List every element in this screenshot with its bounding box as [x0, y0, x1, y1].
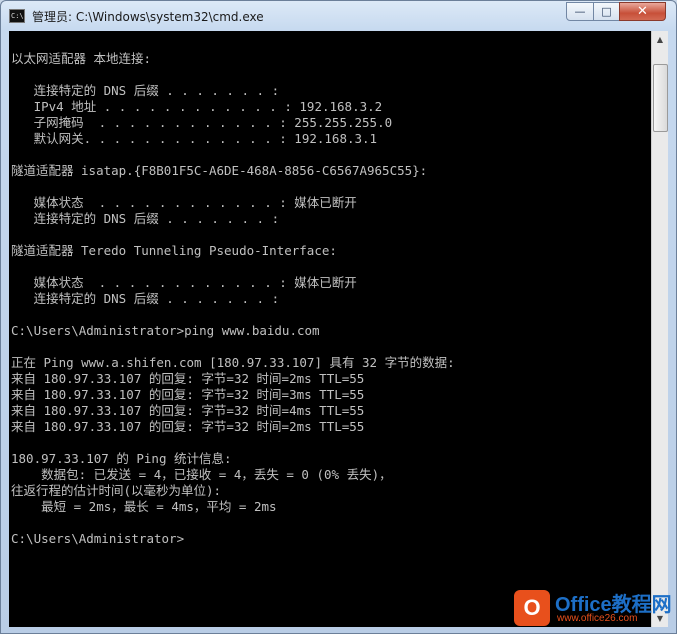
console-line: 隧道适配器 Teredo Tunneling Pseudo-Interface: [11, 243, 337, 258]
watermark: O Office教程网 www.office26.com [510, 584, 674, 630]
console-output[interactable]: 以太网适配器 本地连接: 连接特定的 DNS 后缀 . . . . . . . … [9, 31, 651, 627]
title-bar[interactable]: C:\. 管理员: C:\Windows\system32\cmd.exe — … [1, 1, 676, 31]
console-line: C:\Users\Administrator>ping www.baidu.co… [11, 323, 320, 338]
console-line: 连接特定的 DNS 后缀 . . . . . . . : [11, 291, 280, 306]
console-line: 子网掩码 . . . . . . . . . . . . : 255.255.2… [11, 115, 393, 130]
window-title: 管理员: C:\Windows\system32\cmd.exe [32, 10, 264, 24]
watermark-url: www.office26.com [557, 613, 638, 624]
vertical-scrollbar[interactable]: ▲ ▼ [651, 31, 668, 627]
console-line: 来自 180.97.33.107 的回复: 字节=32 时间=2ms TTL=5… [11, 371, 365, 386]
console-line: 媒体状态 . . . . . . . . . . . . : 媒体已断开 [11, 275, 357, 290]
console-line: 默认网关. . . . . . . . . . . . . : 192.168.… [11, 131, 378, 146]
console-line: 来自 180.97.33.107 的回复: 字节=32 时间=4ms TTL=5… [11, 403, 365, 418]
console-line: 连接特定的 DNS 后缀 . . . . . . . : [11, 211, 280, 226]
console-line: 180.97.33.107 的 Ping 统计信息: [11, 451, 232, 466]
office-logo-icon: O [514, 590, 550, 626]
cmd-window: C:\. 管理员: C:\Windows\system32\cmd.exe — … [0, 0, 677, 634]
console-line: 往返行程的估计时间(以毫秒为单位): [11, 483, 222, 498]
console-line: 以太网适配器 本地连接: [11, 51, 152, 66]
close-button[interactable]: ✕ [619, 2, 666, 21]
maximize-button[interactable]: □ [593, 2, 620, 21]
console-line: IPv4 地址 . . . . . . . . . . . . : 192.16… [11, 99, 383, 114]
console-line: 正在 Ping www.a.shifen.com [180.97.33.107]… [11, 355, 455, 370]
console-line: 来自 180.97.33.107 的回复: 字节=32 时间=3ms TTL=5… [11, 387, 365, 402]
console-line: 连接特定的 DNS 后缀 . . . . . . . : [11, 83, 280, 98]
console-line: 来自 180.97.33.107 的回复: 字节=32 时间=2ms TTL=5… [11, 419, 365, 434]
cmd-app-icon[interactable]: C:\. [9, 9, 28, 23]
console-line: 媒体状态 . . . . . . . . . . . . : 媒体已断开 [11, 195, 357, 210]
console-line: 隧道适配器 isatap.{F8B01F5C-A6DE-468A-8856-C6… [11, 163, 428, 178]
minimize-button[interactable]: — [566, 2, 594, 21]
scroll-up-icon[interactable]: ▲ [652, 31, 668, 48]
scrollbar-thumb[interactable] [653, 64, 668, 132]
console-line: 数据包: 已发送 = 4，已接收 = 4，丢失 = 0 (0% 丢失)， [11, 467, 392, 482]
console-line: C:\Users\Administrator> [11, 531, 185, 546]
console-line: 最短 = 2ms，最长 = 4ms，平均 = 2ms [11, 499, 277, 514]
